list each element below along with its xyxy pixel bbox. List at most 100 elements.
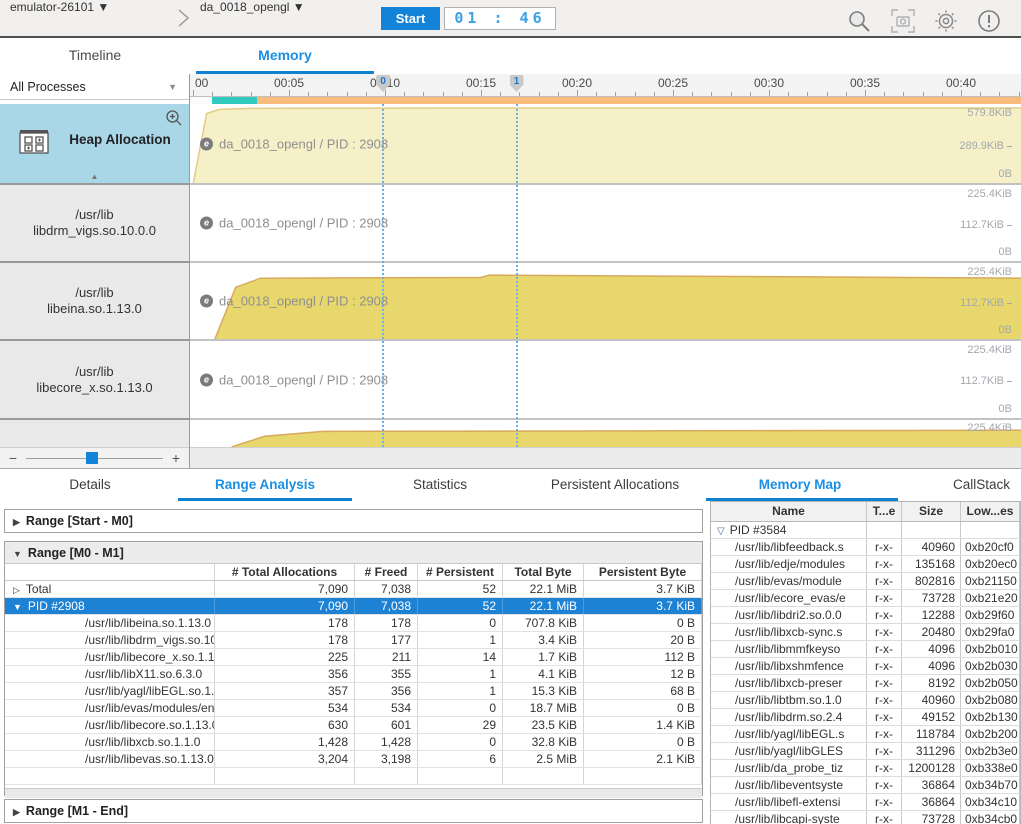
table-row[interactable]: /usr/lib/yagl/libEGL.so.1.0357356115.3 K… [5,683,702,700]
chart-row-partial[interactable]: 225.4KiB [190,420,1021,447]
sidebar-row-libdrm-vigs[interactable]: /usr/lib libdrm_vigs.so.10.0.0 [0,185,189,261]
table-row[interactable]: /usr/lib/libdrm_vigs.so.10.0.017817713.4… [5,632,702,649]
table-row[interactable]: /usr/lib/libxcb.so.1.1.01,4281,428032.8 … [5,734,702,751]
expand-icon[interactable]: ▶ [13,807,20,817]
row-name: /usr/lib/libfeedback.s [735,540,844,554]
table-row[interactable]: /usr/lib/libefl-extensir-x-368640xb34c10 [711,794,1020,811]
expand-icon[interactable]: ▶ [13,517,20,527]
column-header[interactable]: # Persistent [418,564,503,580]
timeline-marker-1[interactable]: 1 [510,75,524,92]
table-row[interactable]: /usr/lib/libtbm.so.1.0r-x-409600xb2b080 [711,692,1020,709]
tab-range-analysis[interactable]: Range Analysis [178,471,352,501]
range-m1-end-section[interactable]: ▶Range [M1 - End] [4,799,703,823]
chart-row-heap[interactable]: e da_0018_opengl / PID : 2908 579.8KiB 2… [190,104,1021,183]
time-ruler[interactable]: 0000:0500:1000:1500:2000:2500:3000:3500:… [190,74,1021,97]
search-icon[interactable] [846,8,872,34]
tab-memory[interactable]: Memory [190,38,380,74]
zoom-in-button[interactable]: + [163,450,189,466]
tab-callstack[interactable]: CallStack [942,471,1021,501]
horizontal-scrollbar[interactable] [5,788,702,798]
collapse-icon[interactable]: ▽ [717,526,725,537]
table-row[interactable]: /usr/lib/libdrm.so.2.4r-x-491520xb2b130 [711,709,1020,726]
chart-row-libdrm-vigs[interactable]: e da_0018_opengl / PID : 2908 225.4KiB 1… [190,185,1021,261]
table-row[interactable]: /usr/lib/ecore_evas/er-x-737280xb21e20 [711,590,1020,607]
table-row[interactable]: /usr/lib/libeina.so.1.13.01781780707.8 K… [5,615,702,632]
tab-memory-map[interactable]: Memory Map [706,471,894,501]
zoom-out-button[interactable]: − [0,450,26,466]
table-row[interactable]: /usr/lib/libxshmfencer-x-40960xb2b030 [711,658,1020,675]
table-row[interactable]: /usr/lib/libecore_x.so.1.13.0225211141.7… [5,649,702,666]
alert-info-icon[interactable] [976,8,1002,34]
collapse-row-icon[interactable]: ▲ [0,172,189,182]
table-row[interactable]: /usr/lib/libmmfkeysor-x-40960xb2b010 [711,641,1020,658]
column-header[interactable] [5,564,215,580]
sidebar-row-partial[interactable] [0,420,189,447]
sidebar-row-heap-allocation[interactable]: Heap Allocation ▲ [0,104,189,183]
sidebar-row-libeina[interactable]: /usr/lib libeina.so.1.13.0 [0,263,189,339]
column-header[interactable]: Persistent Byte [584,564,702,580]
tab-statistics[interactable]: Statistics [390,471,490,501]
row-name: /usr/lib/libxcb-preser [735,676,842,690]
range-start-m0-section[interactable]: ▶Range [Start - M0] [4,509,703,533]
column-header[interactable]: Total Byte [503,564,584,580]
app-select[interactable]: da_0018_opengl ▼ [200,0,370,14]
table-row[interactable]: /usr/lib/libxcb-sync.sr-x-204800xb29fa0 [711,624,1020,641]
ruler-tick [1019,92,1020,96]
table-row[interactable]: /usr/lib/libX11.so.6.3.035635514.1 KiB12… [5,666,702,683]
row-name: /usr/lib/ecore_evas/e [735,591,846,605]
cell-value: 20 B [584,632,702,648]
table-row[interactable]: /usr/lib/yagl/libGLESr-x-3112960xb2b3e0 [711,743,1020,760]
ruler-tick [519,92,520,96]
table-row[interactable]: ▽PID #3584 [711,522,1020,539]
chart-row-libeina[interactable]: e da_0018_opengl / PID : 2908 225.4KiB 1… [190,263,1021,339]
timer-display: 01 : 46 [444,7,556,30]
ruler-label: 00:40 [946,76,976,90]
process-filter-select[interactable]: All Processes ▼ [0,74,189,100]
screenshot-icon[interactable] [890,8,916,34]
device-select[interactable]: emulator-26101 ▼ [10,0,170,14]
table-row[interactable]: /usr/lib/libfeedback.sr-x-409600xb20cf0 [711,539,1020,556]
cell-address: 0xb29f60 [961,607,1020,623]
column-header[interactable]: Low...es [961,502,1020,521]
range-m0-m1-section[interactable]: ▼Range [M0 - M1] # Total Allocations# Fr… [4,541,703,796]
slider-handle[interactable] [86,452,98,464]
table-row[interactable]: /usr/lib/libecore.so.1.13.06306012923.5 … [5,717,702,734]
column-header[interactable]: Name [711,502,867,521]
tab-timeline[interactable]: Timeline [0,38,190,74]
table-row[interactable]: /usr/lib/da_probe_tizr-x-12001280xb338e0 [711,760,1020,777]
table-row[interactable]: /usr/lib/libxcb-preserr-x-81920xb2b050 [711,675,1020,692]
collapse-icon[interactable]: ▼ [13,602,22,612]
cell-value: 534 [215,700,355,716]
row-name: /usr/lib/libecore.so.1.13.0 [85,718,215,732]
collapse-icon[interactable]: ▼ [13,549,22,559]
cell-value: 1.7 KiB [503,649,584,665]
settings-gear-icon[interactable] [933,8,959,34]
sidebar-row-libecore-x[interactable]: /usr/lib libecore_x.so.1.13.0 [0,341,189,418]
table-row[interactable] [5,768,702,785]
table-row[interactable]: /usr/lib/edje/modulesr-x-1351680xb20ec0 [711,556,1020,573]
row-name: /usr/lib/yagl/libEGL.s [735,727,844,741]
column-header[interactable]: T...e [867,502,902,521]
column-header[interactable]: # Total Allocations [215,564,355,580]
zoom-in-icon[interactable] [165,109,183,127]
table-row[interactable]: ▼PID #29087,0907,0385222.1 MiB3.7 KiB [5,598,702,615]
table-row[interactable]: /usr/lib/yagl/libEGL.sr-x-1187840xb2b200 [711,726,1020,743]
table-row[interactable]: /usr/lib/evas/modules/engines/g534534018… [5,700,702,717]
chart-row-libecore-x[interactable]: e da_0018_opengl / PID : 2908 225.4KiB 1… [190,341,1021,418]
start-button[interactable]: Start [381,7,440,30]
expand-icon[interactable]: ▷ [13,585,20,595]
table-row[interactable]: /usr/lib/libeventsyster-x-368640xb34b70 [711,777,1020,794]
tab-details[interactable]: Details [40,471,140,501]
column-header[interactable]: # Freed [355,564,418,580]
cell-size: 8192 [902,675,961,691]
ruler-tick [884,92,885,96]
table-row[interactable]: /usr/lib/libcapi-syster-x-737280xb34cb0 [711,811,1020,824]
table-row[interactable]: /usr/lib/evas/moduler-x-8028160xb21150 [711,573,1020,590]
table-row[interactable]: /usr/lib/libevas.so.1.13.03,2043,19862.5… [5,751,702,768]
table-row[interactable]: ▷Total7,0907,0385222.1 MiB3.7 KiB [5,581,702,598]
tab-persistent-allocations[interactable]: Persistent Allocations [535,471,695,501]
cell-value: 630 [215,717,355,733]
slider-track[interactable] [26,458,163,459]
column-header[interactable]: Size [902,502,961,521]
table-row[interactable]: /usr/lib/libdri2.so.0.0r-x-122880xb29f60 [711,607,1020,624]
